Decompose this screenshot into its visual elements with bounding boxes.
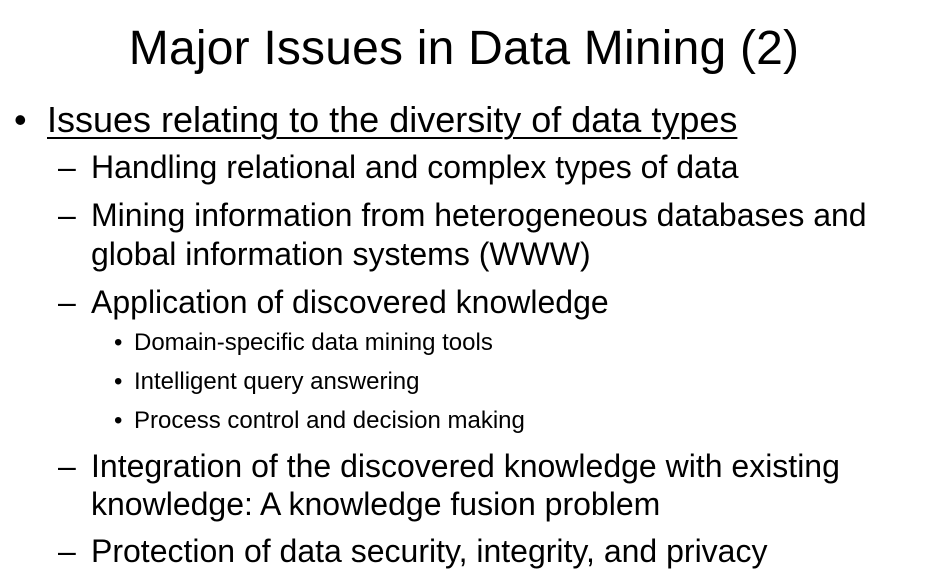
list-item-text: knowledge: A knowledge fusion problem — [91, 486, 661, 522]
list-item-text: Application of discovered knowledge — [91, 284, 609, 320]
bullet-icon: • — [114, 407, 123, 434]
dash-icon: – — [58, 197, 76, 233]
dash-icon: – — [58, 284, 76, 320]
dash-icon: – — [58, 149, 76, 185]
dash-icon: – — [58, 533, 76, 569]
slide: Major Issues in Data Mining (2) • Issues… — [0, 0, 928, 572]
sub-list-item-text: Intelligent query answering — [134, 368, 420, 395]
slide-title: Major Issues in Data Mining (2) — [128, 22, 800, 75]
bullet-icon: • — [114, 368, 123, 395]
sub-list-item-text: Process control and decision making — [134, 407, 525, 434]
list-item-text: global information systems (WWW) — [91, 236, 591, 272]
dash-icon: – — [58, 448, 76, 484]
list-item-text: Protection of data security, integrity, … — [91, 533, 768, 569]
sub-list-item-text: Domain-specific data mining tools — [134, 329, 493, 356]
bullet-icon: • — [114, 329, 123, 356]
list-item-text: Handling relational and complex types of… — [91, 149, 739, 185]
list-item-text: Mining information from heterogeneous da… — [91, 197, 867, 233]
bullet-icon: • — [14, 99, 27, 140]
section-heading: Issues relating to the diversity of data… — [47, 99, 738, 140]
list-item-text: Integration of the discovered knowledge … — [91, 448, 840, 484]
